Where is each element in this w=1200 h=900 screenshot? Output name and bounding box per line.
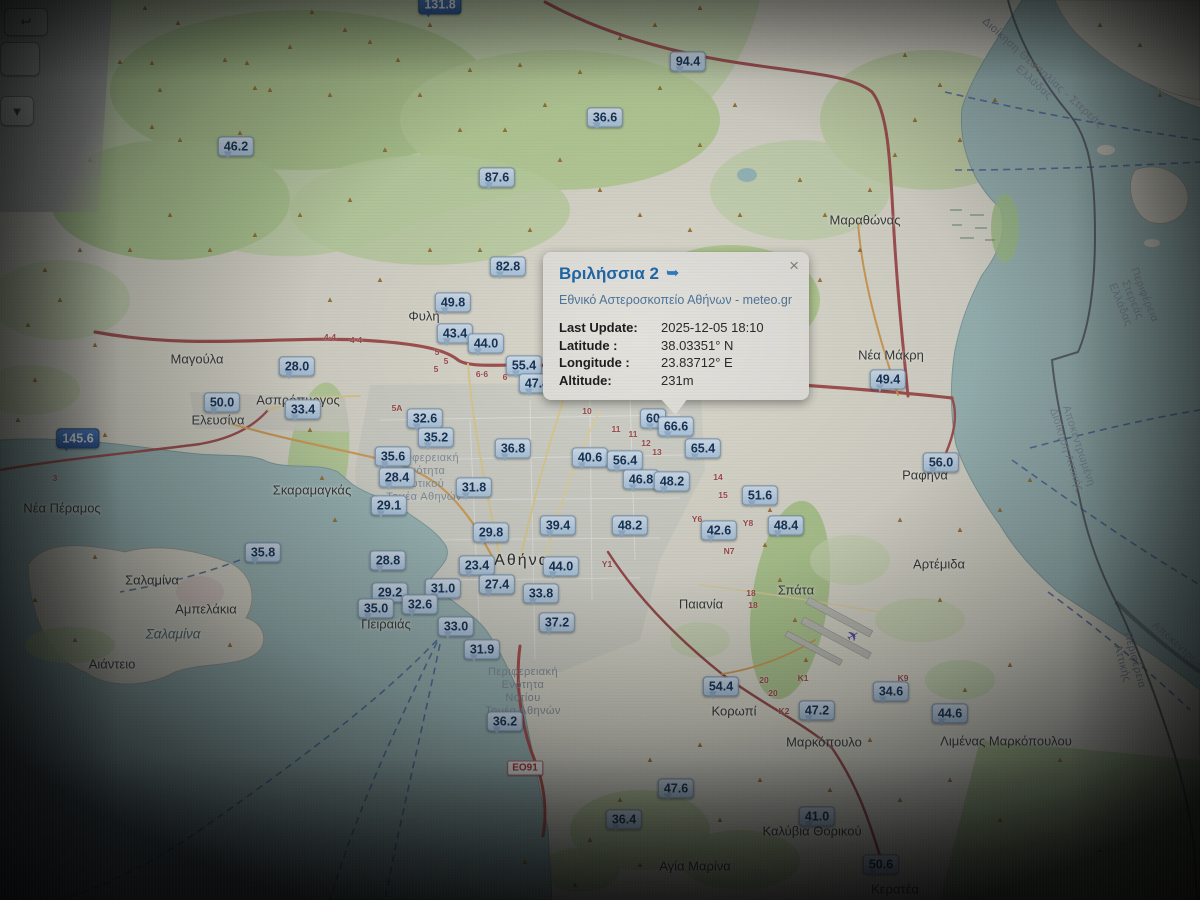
station-marker[interactable]: 48.4 bbox=[768, 515, 804, 535]
station-marker[interactable]: 32.6 bbox=[402, 594, 438, 614]
popup-row-altitude: Altitude: 231m bbox=[559, 372, 795, 390]
station-marker[interactable]: 35.8 bbox=[245, 542, 281, 562]
popup-details: Last Update: 2025-12-05 18:10 Latitude :… bbox=[559, 319, 795, 389]
station-marker[interactable]: 51.6 bbox=[742, 485, 778, 505]
popup-title: Βριλήσσια 2 bbox=[559, 264, 659, 284]
station-marker[interactable]: 36.8 bbox=[495, 438, 531, 458]
station-marker[interactable]: 56.4 bbox=[607, 450, 643, 470]
station-marker[interactable]: 50.0 bbox=[204, 392, 240, 412]
station-marker[interactable]: 29.1 bbox=[371, 495, 407, 515]
field-value: 231m bbox=[661, 372, 694, 390]
station-marker[interactable]: 50.6 bbox=[863, 854, 899, 874]
browser-panel: ↩ ▼ bbox=[0, 0, 112, 212]
popup-row-latitude: Latitude : 38.03351° N bbox=[559, 337, 795, 355]
station-marker[interactable]: 37.2 bbox=[539, 612, 575, 632]
field-value: 2025-12-05 18:10 bbox=[661, 319, 764, 337]
station-marker[interactable]: 32.6 bbox=[407, 408, 443, 428]
station-marker[interactable]: 34.6 bbox=[873, 681, 909, 701]
back-button[interactable]: ↩ bbox=[4, 8, 48, 36]
popup-row-longitude: Longitude : 23.83712° E bbox=[559, 354, 795, 372]
field-label: Latitude : bbox=[559, 337, 661, 355]
station-marker[interactable]: 131.8 bbox=[418, 0, 461, 14]
station-marker[interactable]: 44.0 bbox=[468, 333, 504, 353]
station-marker[interactable]: 35.6 bbox=[375, 446, 411, 466]
station-marker[interactable]: 35.2 bbox=[418, 427, 454, 447]
station-marker[interactable]: 36.6 bbox=[587, 107, 623, 127]
station-marker[interactable]: 41.0 bbox=[799, 806, 835, 826]
station-marker[interactable]: 48.2 bbox=[654, 471, 690, 491]
station-marker[interactable]: 49.4 bbox=[870, 369, 906, 389]
station-marker[interactable]: 44.6 bbox=[932, 703, 968, 723]
station-marker[interactable]: 49.8 bbox=[435, 292, 471, 312]
station-marker[interactable]: 145.6 bbox=[56, 428, 99, 448]
station-marker[interactable]: 36.2 bbox=[487, 711, 523, 731]
station-marker[interactable]: 39.4 bbox=[540, 515, 576, 535]
station-marker[interactable]: 29.8 bbox=[473, 522, 509, 542]
field-label: Last Update: bbox=[559, 319, 661, 337]
station-marker[interactable]: 40.6 bbox=[572, 447, 608, 467]
station-marker[interactable]: 82.8 bbox=[490, 256, 526, 276]
station-marker[interactable]: 35.0 bbox=[358, 598, 394, 618]
station-marker[interactable]: 55.4 bbox=[506, 355, 542, 375]
station-marker[interactable]: 27.4 bbox=[479, 574, 515, 594]
station-marker[interactable]: 66.6 bbox=[658, 416, 694, 436]
station-marker[interactable]: 94.4 bbox=[670, 51, 706, 71]
field-label: Altitude: bbox=[559, 372, 661, 390]
station-marker[interactable]: 28.0 bbox=[279, 356, 315, 376]
panel-button[interactable] bbox=[0, 42, 40, 76]
station-marker[interactable]: 56.0 bbox=[923, 452, 959, 472]
station-marker[interactable]: 47.2 bbox=[799, 700, 835, 720]
close-icon[interactable]: × bbox=[789, 258, 799, 274]
station-marker[interactable]: 28.8 bbox=[370, 550, 406, 570]
station-marker[interactable]: 65.4 bbox=[685, 438, 721, 458]
station-marker[interactable]: 33.8 bbox=[523, 583, 559, 603]
station-marker[interactable]: 47.6 bbox=[658, 778, 694, 798]
station-marker[interactable]: 33.4 bbox=[285, 399, 321, 419]
dropdown-button[interactable]: ▼ bbox=[0, 96, 34, 126]
field-label: Longitude : bbox=[559, 354, 661, 372]
station-marker[interactable]: 31.8 bbox=[456, 477, 492, 497]
external-link-arrow-icon[interactable]: ➥ bbox=[666, 267, 679, 281]
station-markers-layer: 131.894.436.646.287.682.849.843.444.028.… bbox=[0, 0, 1200, 900]
field-value: 38.03351° N bbox=[661, 337, 733, 355]
station-marker[interactable]: 28.4 bbox=[379, 467, 415, 487]
screen-photo: ▲▲▲▲▲▲▲▲▲▲▲▲▲▲▲▲▲▲▲▲▲▲▲▲▲▲▲▲▲▲▲▲▲▲▲▲▲▲▲▲… bbox=[0, 0, 1200, 900]
popup-subtitle: Εθνικό Αστεροσκοπείο Αθήνων - meteo.gr bbox=[559, 293, 795, 307]
station-marker[interactable]: 36.4 bbox=[606, 809, 642, 829]
popup-row-last-update: Last Update: 2025-12-05 18:10 bbox=[559, 319, 795, 337]
station-marker[interactable]: 33.0 bbox=[438, 616, 474, 636]
station-marker[interactable]: 54.4 bbox=[703, 676, 739, 696]
field-value: 23.83712° E bbox=[661, 354, 733, 372]
station-marker[interactable]: 44.0 bbox=[543, 556, 579, 576]
station-marker[interactable]: 87.6 bbox=[479, 167, 515, 187]
station-marker[interactable]: 42.6 bbox=[701, 520, 737, 540]
station-marker[interactable]: 48.2 bbox=[612, 515, 648, 535]
station-marker[interactable]: 23.4 bbox=[459, 555, 495, 575]
station-marker[interactable]: 31.9 bbox=[464, 639, 500, 659]
station-marker[interactable]: 46.2 bbox=[218, 136, 254, 156]
station-popup: Βριλήσσια 2 ➥ × Εθνικό Αστεροσκοπείο Αθή… bbox=[543, 252, 809, 400]
